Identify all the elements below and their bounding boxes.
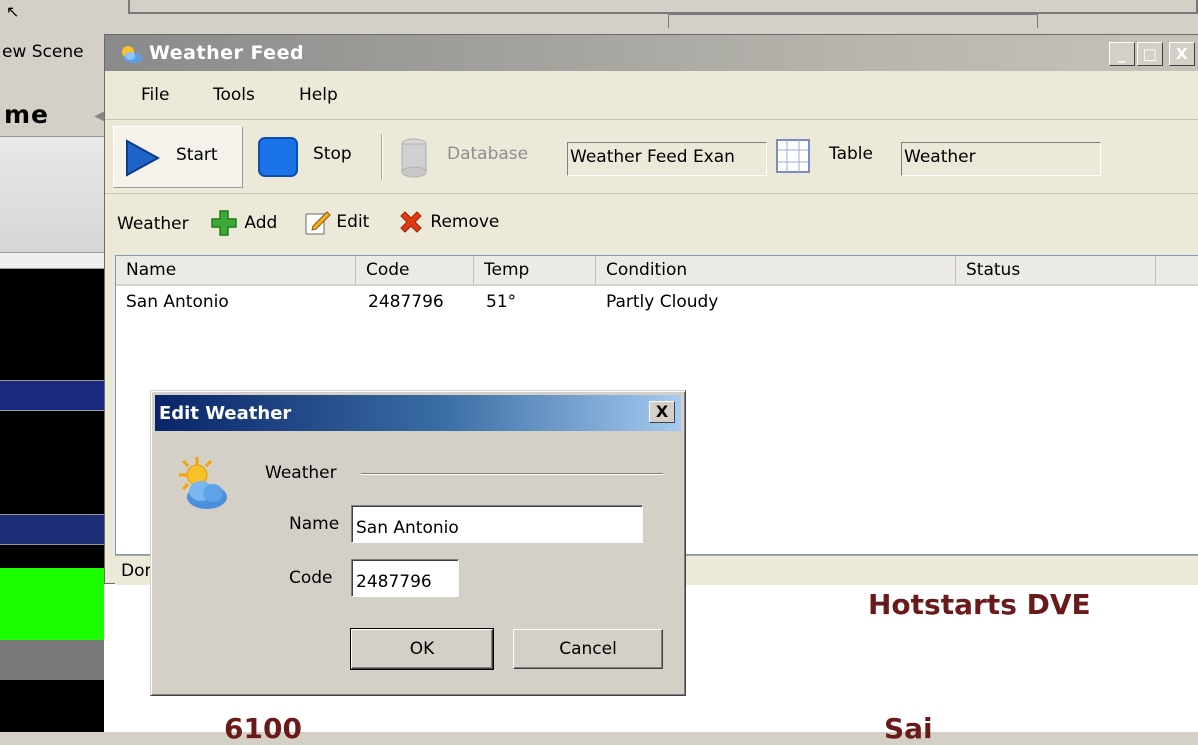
remove-x-icon (400, 211, 422, 233)
background-corner-icon: ↖ (6, 2, 20, 21)
preview-number-text: 6100 (224, 712, 302, 745)
table-field[interactable]: Weather (901, 142, 1101, 176)
background-toolbar-frame (128, 0, 1198, 14)
dialog-close-button[interactable]: X (649, 401, 675, 423)
column-header-temp[interactable]: Temp (474, 256, 596, 286)
stop-icon (258, 137, 298, 177)
start-label: Start (176, 145, 218, 165)
new-scene-button[interactable]: ew Scene (0, 36, 106, 70)
weather-sun-cloud-icon (179, 457, 227, 509)
cancel-button[interactable]: Cancel (513, 629, 663, 669)
scene-thumbnail[interactable] (0, 410, 112, 514)
play-icon (126, 139, 160, 177)
scene-thumbnail[interactable] (0, 514, 112, 544)
maximize-button[interactable]: □ (1137, 42, 1163, 66)
table-label: Table (829, 144, 873, 164)
weather-group-label: Weather (265, 463, 337, 483)
remove-label: Remove (430, 212, 500, 232)
database-button[interactable]: Database (395, 126, 555, 188)
column-header-status[interactable]: Status (956, 256, 1156, 286)
stop-button[interactable]: Stop (253, 126, 365, 188)
name-field[interactable] (351, 505, 643, 543)
column-header-filler (1156, 256, 1198, 286)
edit-pencil-icon (305, 211, 331, 235)
column-header-name[interactable]: Name (116, 256, 356, 286)
weather-sun-cloud-icon (122, 46, 142, 63)
dialog-titlebar[interactable]: Edit Weather X (155, 395, 681, 431)
scene-thumbnail[interactable] (0, 252, 112, 268)
stop-label: Stop (313, 144, 352, 164)
main-toolbar: Start Stop Database Weather Feed Exan Ta… (105, 119, 1198, 193)
weather-feed-titlebar[interactable]: Weather Feed _ □ X (105, 35, 1198, 71)
table-button[interactable]: Table (771, 126, 895, 188)
table-cell-temp[interactable]: 51° (486, 292, 516, 312)
name-label: Name (289, 514, 340, 534)
column-header-code[interactable]: Code (356, 256, 474, 286)
minimize-button[interactable]: _ (1109, 42, 1135, 66)
toolbar-separator (381, 134, 383, 180)
preview-cut-text: Sai (884, 712, 933, 745)
weather-subbar: Weather Add Edit Remove (105, 193, 1198, 249)
scene-thumbnail[interactable] (0, 380, 112, 410)
menu-tools[interactable]: Tools (213, 85, 255, 105)
column-header-condition[interactable]: Condition (596, 256, 956, 286)
preview-green-wall (0, 568, 112, 640)
edit-label: Edit (336, 212, 370, 232)
hotstarts-heading: Hotstarts DVE (868, 588, 1091, 621)
weather-feed-title: Weather Feed (149, 42, 305, 64)
code-label: Code (289, 568, 333, 588)
plus-icon (211, 210, 237, 236)
status-text: Dor (121, 561, 152, 581)
weather-section-label: Weather (117, 214, 189, 234)
menu-file[interactable]: File (141, 85, 169, 105)
scene-list-name-header[interactable]: me ◀ (0, 100, 112, 136)
remove-button[interactable]: Remove (397, 208, 499, 236)
group-divider (361, 473, 663, 475)
menu-help[interactable]: Help (299, 85, 338, 105)
scene-list-name-text: me (4, 100, 50, 129)
background-toolbar-control (668, 14, 1038, 28)
ok-button[interactable]: OK (350, 628, 494, 670)
table-grid-icon (776, 139, 810, 173)
code-field[interactable] (351, 559, 459, 597)
scene-thumbnail[interactable] (0, 136, 112, 252)
add-button[interactable]: Add (209, 208, 277, 238)
database-label: Database (447, 144, 529, 164)
start-button[interactable]: Start (113, 126, 243, 188)
add-label: Add (244, 213, 278, 233)
table-cell-name[interactable]: San Antonio (126, 292, 229, 312)
scene-thumbnail[interactable] (0, 268, 112, 380)
dialog-title: Edit Weather (159, 403, 292, 424)
edit-button[interactable]: Edit (303, 208, 369, 236)
close-button[interactable]: X (1169, 42, 1195, 66)
database-field[interactable]: Weather Feed Exan (567, 142, 767, 176)
database-icon (401, 138, 427, 178)
edit-weather-dialog: Edit Weather X Weather Name Code OK Canc… (150, 390, 686, 696)
table-cell-condition[interactable]: Partly Cloudy (606, 292, 718, 312)
menu-bar: File Tools Help (105, 73, 1198, 117)
table-cell-code[interactable]: 2487796 (368, 292, 444, 312)
